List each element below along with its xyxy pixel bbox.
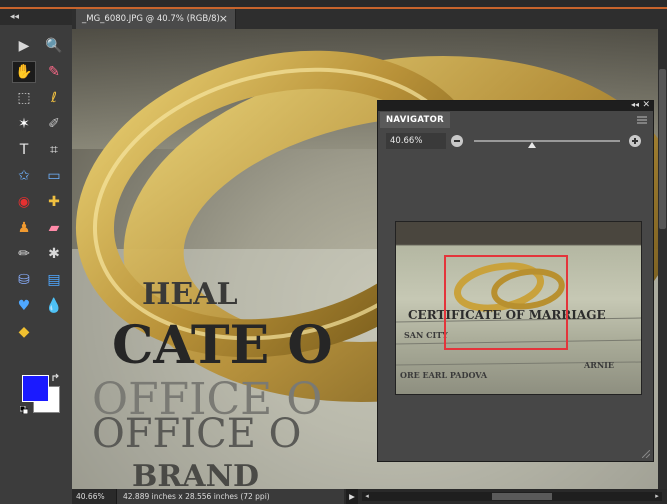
navigator-panel: ◂◂ ✕ NAVIGATOR 40.66% CERTIFICATE OF MAR… (377, 100, 654, 462)
lasso-tool-icon[interactable]: ℓ (42, 87, 66, 109)
type-tool-icon[interactable]: T (12, 139, 36, 161)
panel-menu-icon[interactable] (637, 116, 647, 124)
tools-panel: ◂◂ ▶ 🔍 ✋ ✎ ⬚ ℓ ✶ ✐ T ⌗ ✩ ▭ ◉ ✚ ♟ ▰ ✏ ✱ ⛁ ▤ ♥ 💧 ◆ (0, 9, 73, 504)
move-tool-icon[interactable]: ▶ (12, 35, 36, 57)
zoom-out-icon[interactable] (451, 135, 463, 147)
canvas-print-office-2: OFFICE O (92, 411, 302, 457)
quick-selection-tool-icon[interactable]: ✐ (42, 113, 66, 135)
status-bar: 40.66% 42.889 inches x 28.556 inches (72… (72, 489, 667, 504)
sponge-tool-icon[interactable]: ◆ (12, 321, 36, 343)
tools-panel-grip[interactable]: ◂◂ (0, 9, 72, 25)
navigator-title-strip[interactable]: ◂◂ ✕ (378, 100, 653, 111)
magic-wand-tool-icon[interactable]: ✶ (12, 113, 36, 135)
brush-tool-icon[interactable]: ✏ (12, 243, 36, 265)
default-colors-icon[interactable] (20, 406, 28, 414)
healing-brush-tool-icon[interactable]: ✚ (42, 191, 66, 213)
zoom-slider-thumb[interactable] (528, 142, 537, 148)
status-zoom-value[interactable]: 40.66% (76, 489, 105, 504)
navigator-thumbnail[interactable]: CERTIFICATE OF MARRIAGE SAN CITY ORE EAR… (395, 221, 642, 395)
red-eye-tool-icon[interactable]: ◉ (12, 191, 36, 213)
scroll-left-icon[interactable]: ◂ (362, 492, 372, 501)
scroll-right-icon[interactable]: ▸ (652, 492, 662, 501)
foreground-color-swatch[interactable] (22, 375, 49, 402)
blur-tool-icon[interactable]: 💧 (42, 295, 66, 317)
application-top-bar (0, 0, 667, 9)
eyedropper-tool-icon[interactable]: ✎ (42, 61, 66, 83)
canvas-print-heal: HEAL (142, 277, 238, 312)
resize-grip-icon[interactable] (642, 450, 650, 458)
horizontal-scroll-thumb[interactable] (492, 493, 552, 500)
hand-tool-icon[interactable]: ✋ (12, 61, 36, 83)
thumbnail-text-arnie: ARNIE (584, 360, 615, 370)
canvas-print-certificate: CATE O (112, 315, 333, 376)
custom-shape-tool-icon[interactable]: ♥ (12, 295, 36, 317)
status-menu-arrow[interactable]: ▶ (346, 489, 358, 504)
thumbnail-text-city: SAN CITY (404, 330, 448, 340)
straighten-tool-icon[interactable]: ▭ (42, 165, 66, 187)
marquee-tool-icon[interactable]: ⬚ (12, 87, 36, 109)
eraser-tool-icon[interactable]: ▰ (42, 217, 66, 239)
close-document-icon[interactable]: × (219, 9, 228, 29)
cookie-cutter-tool-icon[interactable]: ✩ (12, 165, 36, 187)
document-tab-bar: _MG_6080.JPG @ 40.7% (RGB/8) × (72, 9, 667, 29)
crop-tool-icon[interactable]: ⌗ (42, 139, 66, 161)
close-panel-icon[interactable]: ✕ (642, 100, 650, 110)
status-document-size: 42.889 inches x 28.556 inches (72 ppi) (116, 489, 344, 504)
vertical-scroll-thumb[interactable] (659, 69, 666, 229)
canvas-print-brand: BRAND (132, 459, 260, 489)
thumbnail-text-name: ORE EARL PADOVA (400, 370, 488, 380)
paint-bucket-tool-icon[interactable]: ⛁ (12, 269, 36, 291)
navigator-tab[interactable]: NAVIGATOR (380, 112, 450, 128)
zoom-slider-track[interactable] (474, 140, 620, 142)
smart-brush-tool-icon[interactable]: ✱ (42, 243, 66, 265)
horizontal-scrollbar[interactable]: ◂ ▸ (362, 492, 662, 501)
navigator-zoom-field[interactable]: 40.66% (386, 133, 446, 149)
gradient-tool-icon[interactable]: ▤ (42, 269, 66, 291)
vertical-scrollbar[interactable] (658, 29, 667, 489)
collapse-panel-icon[interactable]: ◂◂ (631, 100, 639, 110)
document-tab[interactable]: _MG_6080.JPG @ 40.7% (RGB/8) × (76, 9, 236, 29)
zoom-tool-icon[interactable]: 🔍 (42, 35, 66, 57)
navigator-view-box[interactable] (444, 255, 568, 350)
clone-stamp-tool-icon[interactable]: ♟ (12, 217, 36, 239)
zoom-in-icon[interactable] (629, 135, 641, 147)
swap-colors-icon[interactable] (52, 373, 62, 383)
document-tab-title: _MG_6080.JPG @ 40.7% (RGB/8) (82, 14, 220, 24)
